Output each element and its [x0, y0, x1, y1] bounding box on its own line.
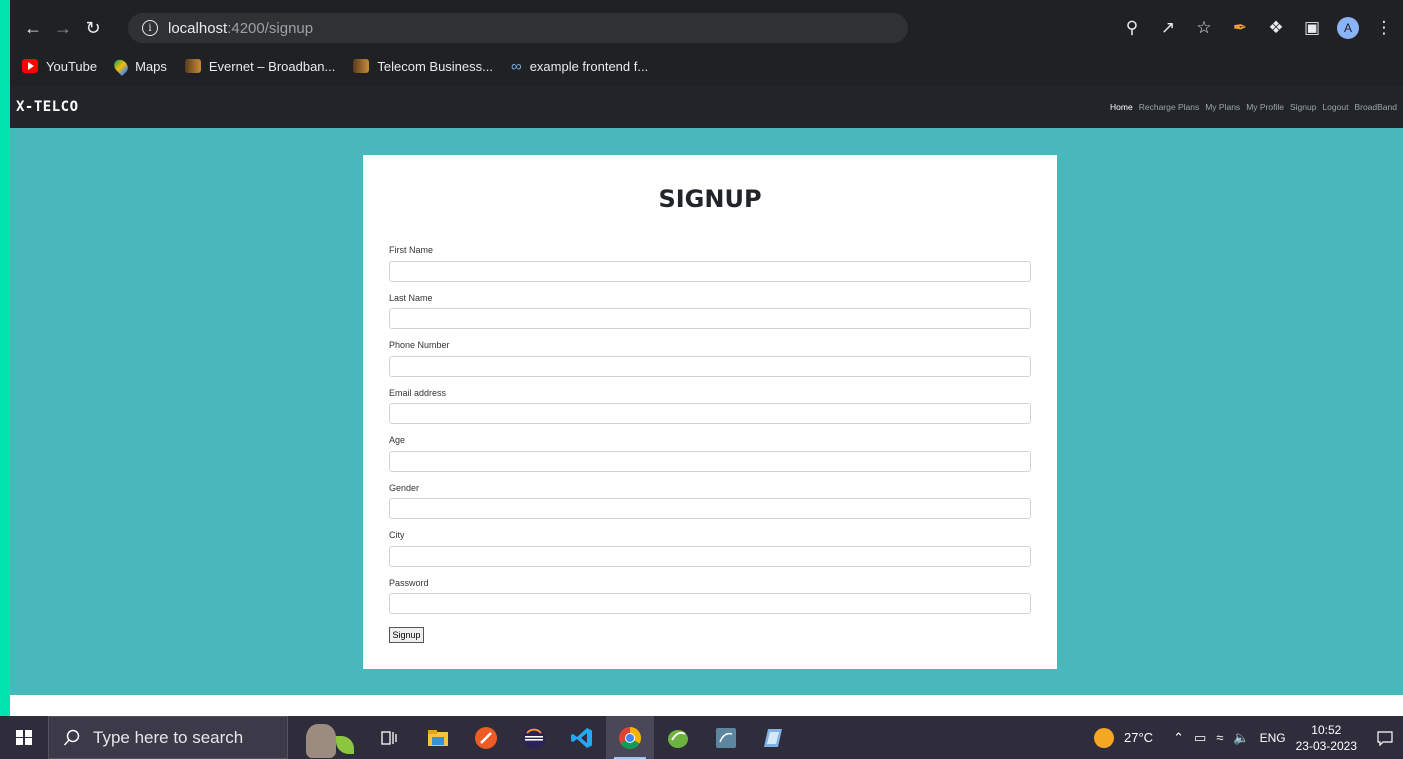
volume-icon[interactable]: 🔈 [1233, 730, 1249, 746]
clock-date: 23-03-2023 [1295, 738, 1357, 753]
notification-icon[interactable] [1367, 730, 1403, 746]
nav-link-recharge-plans[interactable]: Recharge Plans [1139, 102, 1199, 112]
youtube-icon [22, 59, 38, 73]
search-highlight-illustration [296, 718, 358, 758]
wifi-icon[interactable]: ≈ [1216, 730, 1223, 745]
reload-icon[interactable]: ↻ [78, 13, 108, 43]
menu-icon[interactable]: ⋮ [1373, 18, 1395, 38]
side-panel-icon[interactable]: ▣ [1301, 18, 1323, 38]
bookmark-telecom[interactable]: Telecom Business... [353, 59, 493, 74]
first-name-input[interactable] [389, 261, 1031, 282]
forward-icon[interactable]: → [48, 13, 78, 43]
postman-icon[interactable] [462, 716, 510, 759]
brand-logo[interactable]: X-TELCO [16, 99, 79, 115]
maps-icon [111, 56, 131, 76]
toolbar-actions: ⚲ ↗ ☆ ✒ ❖ ▣ A ⋮ [1121, 13, 1395, 43]
page-title: SIGNUP [658, 185, 762, 213]
chevron-up-icon[interactable]: ⌃ [1173, 730, 1184, 746]
profile-avatar[interactable]: A [1337, 17, 1359, 39]
signup-card: SIGNUP First Name Last Name Phone Number… [363, 155, 1057, 669]
spring-tools-icon[interactable] [654, 716, 702, 759]
first-name-label: First Name [389, 245, 434, 255]
email-input[interactable] [389, 403, 1031, 424]
signup-button[interactable]: Signup [389, 627, 424, 643]
zoom-icon[interactable]: ⚲ [1121, 18, 1143, 38]
bookmark-label: YouTube [46, 58, 98, 74]
nav-link-signup[interactable]: Signup [1290, 102, 1316, 112]
clock[interactable]: 10:52 23-03-2023 [1296, 722, 1357, 754]
temperature[interactable]: 27°C [1124, 730, 1153, 745]
chrome-icon[interactable] [606, 716, 654, 759]
nav-link-home[interactable]: Home [1110, 102, 1133, 112]
start-button[interactable] [0, 716, 48, 759]
windows-logo-icon [16, 729, 32, 746]
nav-links: Home Recharge Plans My Plans My Profile … [1110, 102, 1397, 112]
site-icon [353, 59, 370, 73]
bookmark-example[interactable]: ∞ example frontend f... [511, 58, 648, 75]
eclipse-icon[interactable] [510, 716, 558, 759]
gender-input[interactable] [389, 498, 1031, 519]
city-label: City [389, 530, 405, 540]
gender-label: Gender [389, 483, 420, 493]
password-label: Password [389, 578, 429, 588]
age-label: Age [389, 435, 406, 445]
bookmark-evernet[interactable]: Evernet – Broadban... [184, 58, 336, 74]
bookmark-label: Telecom Business... [377, 58, 493, 74]
page-footer-strip [10, 695, 1403, 716]
nav-link-broadband[interactable]: BroadBand [1354, 102, 1397, 112]
nav-link-my-profile[interactable]: My Profile [1246, 102, 1284, 112]
age-input[interactable] [389, 451, 1031, 472]
notes-app-icon[interactable] [750, 716, 798, 759]
bookmark-youtube[interactable]: YouTube [22, 59, 97, 74]
phone-number-label: Phone Number [389, 340, 450, 350]
mysql-workbench-icon[interactable] [702, 716, 750, 759]
nav-link-logout[interactable]: Logout [1322, 102, 1348, 112]
bookmark-label: Maps [135, 58, 167, 74]
bookmark-label: example frontend f... [529, 58, 649, 74]
bookmark-maps[interactable]: Maps [111, 56, 167, 76]
extension-pen-icon[interactable]: ✒ [1229, 18, 1251, 38]
language-indicator[interactable]: ENG [1260, 731, 1286, 745]
system-tray: 27°C ⌃ ▭ ≈ 🔈 ENG 10:52 23-03-2023 [1094, 716, 1403, 759]
city-input[interactable] [389, 546, 1031, 567]
taskbar-search[interactable]: Type here to search [48, 716, 288, 759]
weather-sun-icon[interactable] [1094, 727, 1115, 748]
bookmarks-bar: YouTube Maps Evernet – Broadban... Telec… [10, 50, 1403, 82]
last-name-label: Last Name [389, 293, 433, 303]
browser-chrome: ← → ↻ i localhost :4200/signup ⚲ ↗ ☆ ✒ ❖… [10, 0, 1403, 86]
page-content: X-TELCO Home Recharge Plans My Plans My … [10, 86, 1403, 716]
bookmark-star-icon[interactable]: ☆ [1193, 18, 1215, 38]
taskbar-apps [366, 716, 798, 759]
search-icon [63, 729, 80, 746]
url-path: :4200/signup [227, 19, 314, 37]
last-name-input[interactable] [389, 308, 1031, 329]
search-placeholder: Type here to search [93, 727, 244, 747]
email-label: Email address [389, 388, 447, 398]
file-explorer-icon[interactable] [414, 716, 462, 759]
vscode-icon[interactable] [558, 716, 606, 759]
task-view-icon[interactable] [366, 716, 414, 759]
password-input[interactable] [389, 593, 1031, 614]
bookmark-label: Evernet – Broadban... [208, 58, 336, 74]
nav-link-my-plans[interactable]: My Plans [1205, 102, 1240, 112]
address-bar[interactable]: i localhost :4200/signup [128, 13, 908, 43]
browser-toolbar: ← → ↻ i localhost :4200/signup ⚲ ↗ ☆ ✒ ❖… [10, 6, 1403, 50]
site-navbar: X-TELCO Home Recharge Plans My Plans My … [10, 86, 1403, 128]
phone-number-input[interactable] [389, 356, 1031, 377]
url-host: localhost [168, 19, 228, 37]
link-icon: ∞ [510, 57, 522, 75]
site-info-icon[interactable]: i [142, 20, 158, 36]
extensions-icon[interactable]: ❖ [1265, 18, 1287, 38]
battery-icon[interactable]: ▭ [1194, 730, 1206, 746]
clock-time: 10:52 [1311, 722, 1342, 737]
site-icon [184, 59, 201, 73]
windows-taskbar: Type here to search 27°C ⌃ ▭ ≈ 🔈 ENG 10:… [0, 716, 1403, 759]
back-icon[interactable]: ← [18, 13, 48, 43]
share-icon[interactable]: ↗ [1157, 18, 1179, 38]
